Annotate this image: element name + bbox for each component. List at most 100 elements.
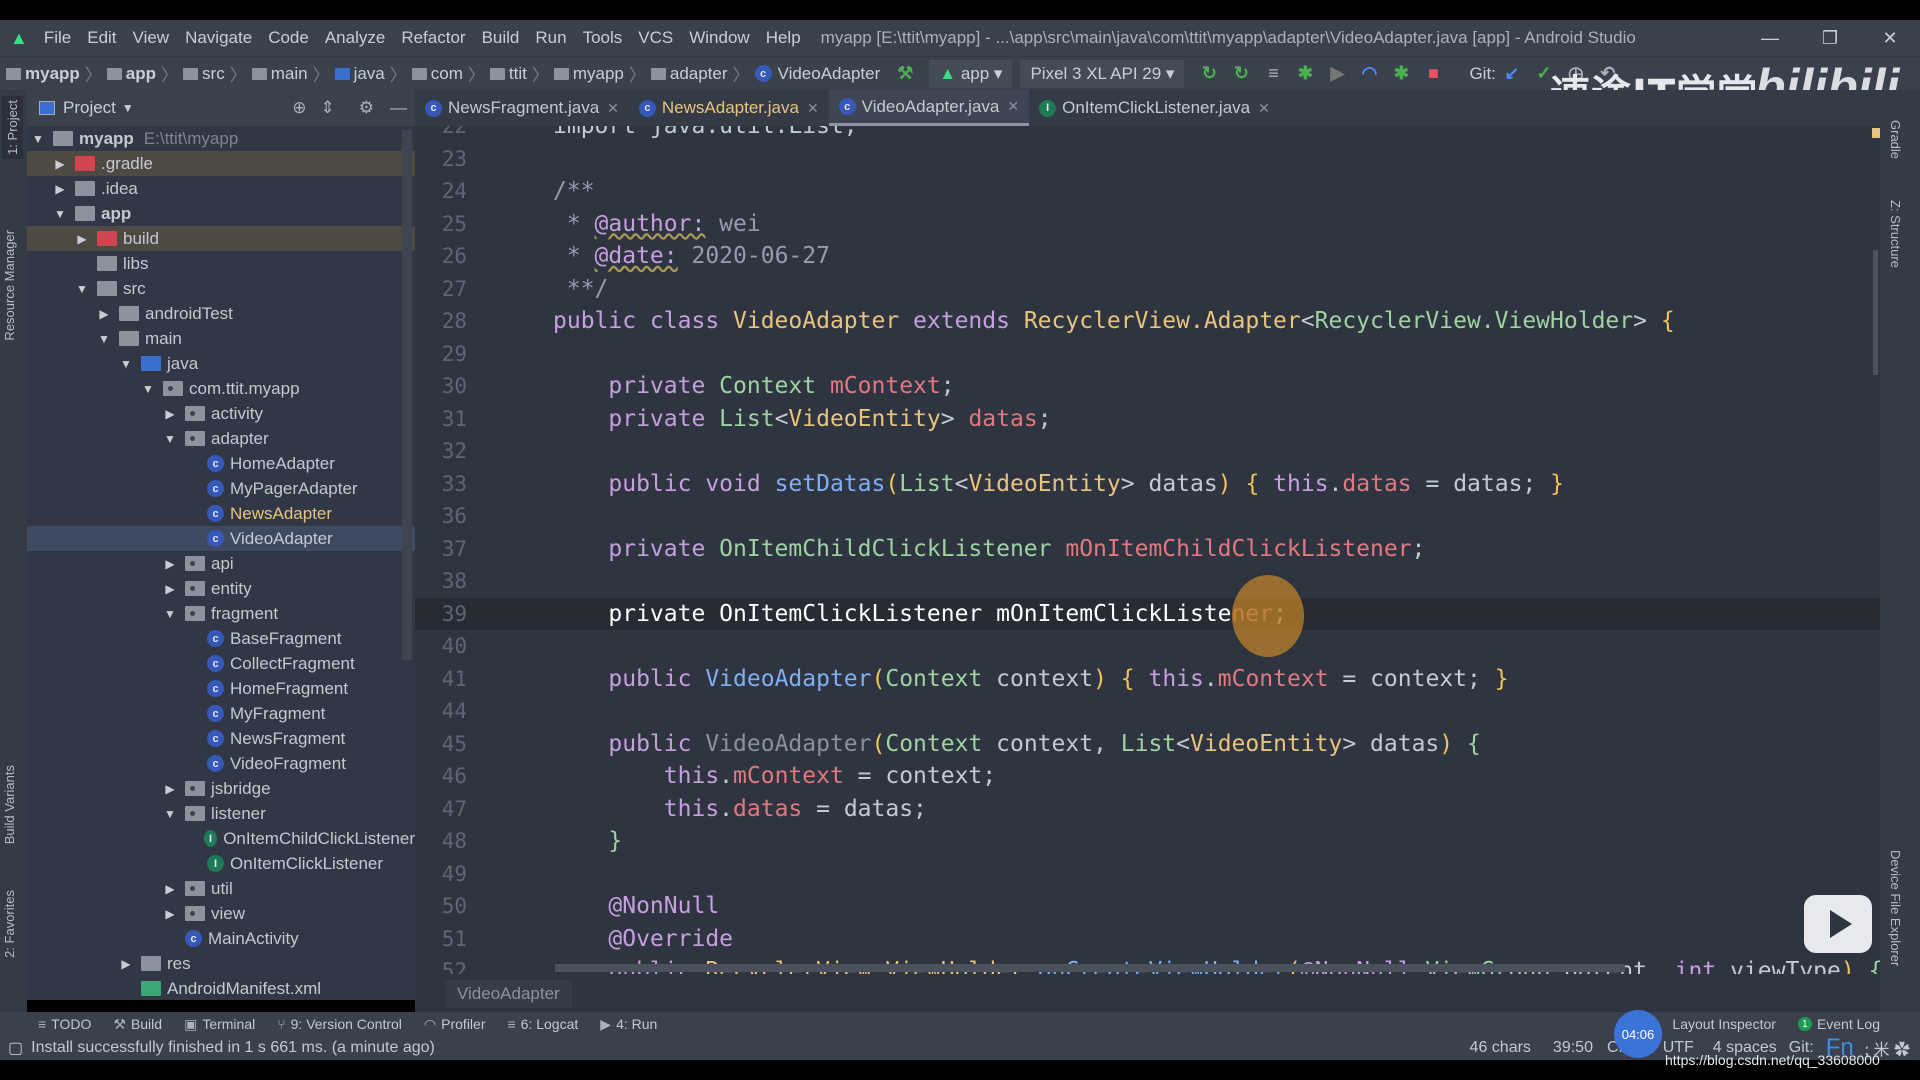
- tree-item-build[interactable]: ▶ build: [27, 226, 415, 251]
- menu-file[interactable]: File: [36, 28, 79, 48]
- breadcrumb-item[interactable]: app 〉: [106, 61, 183, 86]
- tab-onitemclicklistener-java[interactable]: I OnItemClickListener.java ✕: [1029, 90, 1280, 126]
- breadcrumb-item[interactable]: c VideoAdapter: [754, 61, 880, 86]
- tree-item-videoadapter[interactable]: c VideoAdapter: [27, 526, 415, 551]
- menu-window[interactable]: Window: [681, 28, 757, 48]
- close-tab-icon[interactable]: ✕: [1007, 98, 1019, 115]
- tab-newsadapter-java[interactable]: c NewsAdapter.java ✕: [629, 90, 829, 126]
- caret-position[interactable]: 39:50: [1553, 1039, 1593, 1057]
- tree-item-myapp[interactable]: ▼ myapp E:\ttit\myapp: [27, 126, 415, 151]
- breadcrumb-item[interactable]: myapp 〉: [6, 61, 107, 86]
- profile-icon[interactable]: ◠: [1358, 63, 1380, 84]
- menu-code[interactable]: Code: [260, 28, 317, 48]
- side-tab-project[interactable]: 1: Project: [2, 96, 23, 159]
- stop-icon[interactable]: ■: [1422, 63, 1444, 84]
- device-select[interactable]: Pixel 3 XL API 29 ▾: [1020, 59, 1185, 88]
- tree-item--gradle[interactable]: ▶ .gradle: [27, 151, 415, 176]
- tree-item-activity[interactable]: ▶ activity: [27, 401, 415, 426]
- tree-item-view[interactable]: ▶ view: [27, 901, 415, 926]
- close-window-button[interactable]: ✕: [1860, 20, 1920, 56]
- close-tab-icon[interactable]: ✕: [607, 100, 619, 117]
- tool-window-terminal[interactable]: ▣ Terminal: [184, 1016, 255, 1033]
- tree-item-api[interactable]: ▶ api: [27, 551, 415, 576]
- breadcrumb-item[interactable]: ttit 〉: [489, 61, 554, 86]
- git-update-icon[interactable]: ↙: [1501, 63, 1523, 84]
- minimize-button[interactable]: —: [1740, 20, 1800, 56]
- menu-navigate[interactable]: Navigate: [177, 28, 260, 48]
- tree-item-basefragment[interactable]: c BaseFragment: [27, 626, 415, 651]
- breadcrumb-item[interactable]: main 〉: [251, 61, 335, 86]
- expanded-arrow-icon[interactable]: ▼: [53, 207, 67, 221]
- side-tab-build-variants[interactable]: Build Variants: [2, 765, 17, 844]
- tree-item-listener[interactable]: ▼ listener: [27, 801, 415, 826]
- apply-changes-icon[interactable]: ↻: [1198, 63, 1220, 84]
- tool-window-profiler[interactable]: ◠ Profiler: [424, 1016, 486, 1033]
- side-tab-device-file-explorer[interactable]: Device File Explorer: [1888, 850, 1903, 966]
- tree-item-androidtest[interactable]: ▶ androidTest: [27, 301, 415, 326]
- tree-item-collectfragment[interactable]: c CollectFragment: [27, 651, 415, 676]
- tree-item-videofragment[interactable]: c VideoFragment: [27, 751, 415, 776]
- tool-window-build[interactable]: ⚒ Build: [113, 1016, 162, 1033]
- status-toggle-icon[interactable]: ▢: [8, 1038, 23, 1058]
- expanded-arrow-icon[interactable]: ▼: [141, 382, 155, 396]
- tree-item-app[interactable]: ▼ app: [27, 201, 415, 226]
- restore-button[interactable]: ❐: [1800, 20, 1860, 56]
- tool-window-6-logcat[interactable]: ≡ 6: Logcat: [508, 1016, 579, 1032]
- close-tab-icon[interactable]: ✕: [807, 100, 819, 117]
- tool-window-9-version-control[interactable]: ⑂ 9: Version Control: [277, 1016, 402, 1032]
- collapsed-arrow-icon[interactable]: ▶: [163, 782, 177, 796]
- tab-videoadapter-java[interactable]: c VideoAdapter.java ✕: [828, 90, 1030, 126]
- tree-item-jsbridge[interactable]: ▶ jsbridge: [27, 776, 415, 801]
- tree-item-mainactivity[interactable]: c MainActivity: [27, 926, 415, 951]
- menu-refactor[interactable]: Refactor: [393, 28, 473, 48]
- side-tab-favorites[interactable]: 2: Favorites: [2, 890, 17, 958]
- collapsed-arrow-icon[interactable]: ▶: [75, 232, 89, 246]
- inspection-status-icon[interactable]: [1872, 128, 1880, 138]
- collapsed-arrow-icon[interactable]: ▶: [53, 182, 67, 196]
- tree-item--idea[interactable]: ▶ .idea: [27, 176, 415, 201]
- collapsed-arrow-icon[interactable]: ▶: [97, 307, 111, 321]
- tool-window-event-log[interactable]: 1 Event Log: [1797, 1016, 1880, 1032]
- tree-item-util[interactable]: ▶ util: [27, 876, 415, 901]
- menu-vcs[interactable]: VCS: [630, 28, 681, 48]
- debug-icon[interactable]: ✱: [1294, 63, 1316, 84]
- menu-build[interactable]: Build: [474, 28, 528, 48]
- tree-item-myfragment[interactable]: c MyFragment: [27, 701, 415, 726]
- code-editor[interactable]: 22 import java.util.List; 23 24 /** 25 * @aut…: [415, 126, 1880, 974]
- menu-tools[interactable]: Tools: [575, 28, 631, 48]
- tree-item-newsfragment[interactable]: c NewsFragment: [27, 726, 415, 751]
- collapsed-arrow-icon[interactable]: ▶: [119, 957, 133, 971]
- side-tab-resource-manager[interactable]: Resource Manager: [2, 230, 17, 341]
- close-tab-icon[interactable]: ✕: [1258, 100, 1270, 117]
- collapsed-arrow-icon[interactable]: ▶: [53, 157, 67, 171]
- tool-window-layout-inspector[interactable]: Layout Inspector: [1672, 1016, 1776, 1032]
- tree-scrollbar[interactable]: [402, 130, 412, 660]
- editor-scrollbar[interactable]: [1873, 250, 1878, 375]
- make-project-icon[interactable]: ⚒: [894, 63, 916, 84]
- tree-item-onitemchildclicklistener[interactable]: I OnItemChildClickListener: [27, 826, 415, 851]
- expanded-arrow-icon[interactable]: ▼: [31, 132, 45, 146]
- collapsed-arrow-icon[interactable]: ▶: [163, 582, 177, 596]
- tree-item-mypageradapter[interactable]: c MyPagerAdapter: [27, 476, 415, 501]
- tree-item-java[interactable]: ▼ java: [27, 351, 415, 376]
- menu-view[interactable]: View: [125, 28, 178, 48]
- breadcrumb-item[interactable]: java 〉: [334, 61, 412, 86]
- expanded-arrow-icon[interactable]: ▼: [97, 332, 111, 346]
- tree-item-fragment[interactable]: ▼ fragment: [27, 601, 415, 626]
- side-tab-structure[interactable]: Z: Structure: [1888, 200, 1903, 268]
- tree-item-adapter[interactable]: ▼ adapter: [27, 426, 415, 451]
- tree-item-entity[interactable]: ▶ entity: [27, 576, 415, 601]
- tree-item-res[interactable]: ▶ res: [27, 951, 415, 976]
- menu-edit[interactable]: Edit: [79, 28, 124, 48]
- breadcrumb-item[interactable]: com 〉: [411, 61, 490, 86]
- tool-window-todo[interactable]: ≡ TODO: [38, 1016, 91, 1032]
- gear-icon[interactable]: ⚙: [359, 98, 374, 118]
- menu-run[interactable]: Run: [527, 28, 574, 48]
- apply-code-changes-icon[interactable]: ↻: [1230, 63, 1252, 84]
- hide-panel-icon[interactable]: —: [390, 98, 407, 118]
- expanded-arrow-icon[interactable]: ▼: [163, 807, 177, 821]
- tree-item-main[interactable]: ▼ main: [27, 326, 415, 351]
- horizontal-scrollbar[interactable]: [555, 964, 1625, 972]
- collapsed-arrow-icon[interactable]: ▶: [163, 557, 177, 571]
- attach-debugger-icon[interactable]: ✱: [1390, 63, 1412, 84]
